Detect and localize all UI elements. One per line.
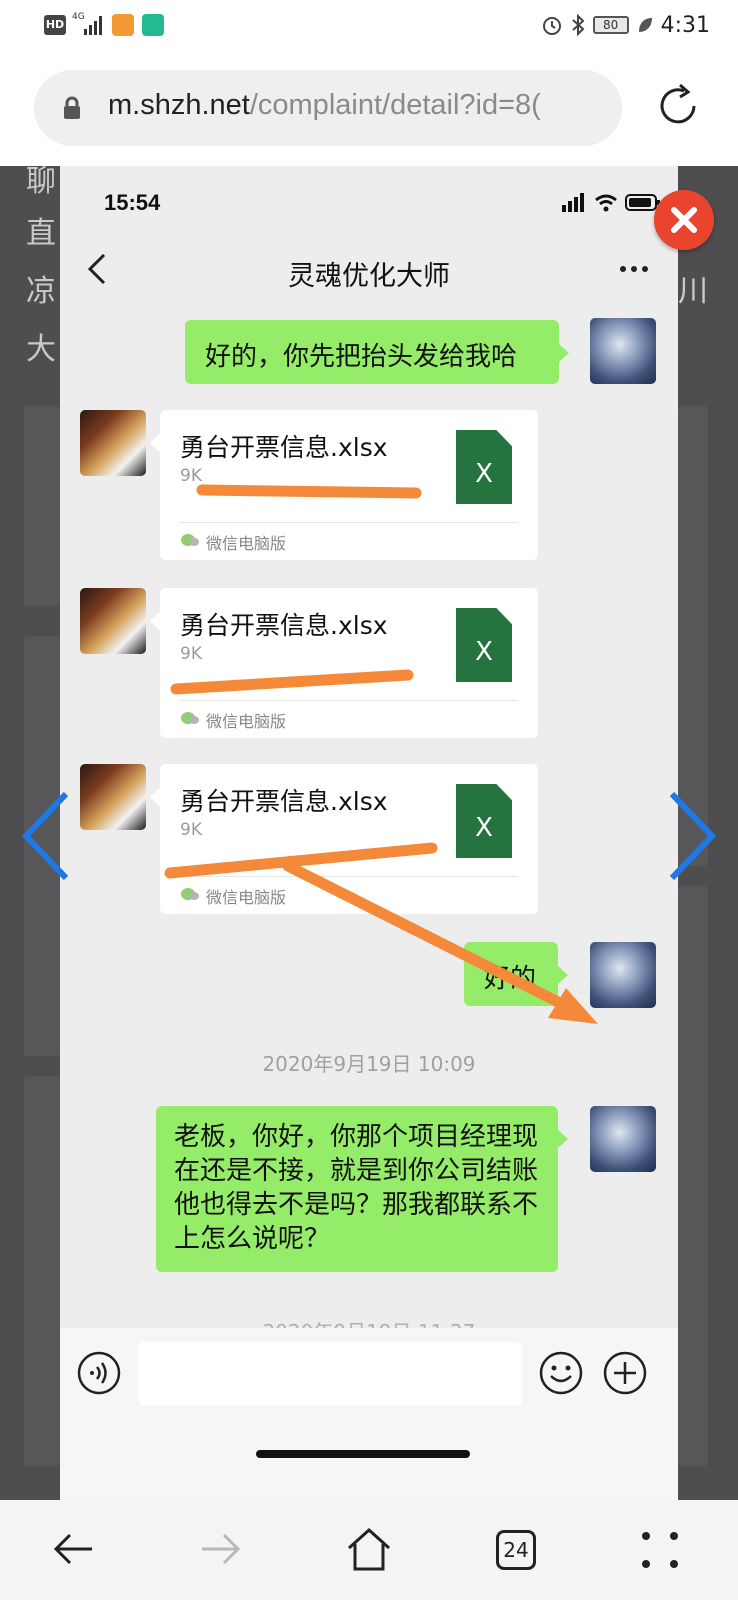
chat-timestamp: 2020年9月19日 10:09 xyxy=(262,1052,476,1076)
background-card xyxy=(24,1076,60,1466)
wechat-icon xyxy=(181,712,199,724)
background-card xyxy=(678,886,708,1466)
my-avatar xyxy=(590,942,656,1008)
close-button[interactable] xyxy=(654,190,714,250)
file-name: 勇台开票信息.xlsx xyxy=(180,433,388,462)
my-avatar xyxy=(590,1106,656,1172)
chat-screenshot: 15:54 灵魂优化大师 好的，你先把抬头发给我哈 勇台开票信息.xlsx 9K… xyxy=(60,166,678,1500)
close-icon xyxy=(671,207,697,233)
file-size: 9K xyxy=(180,644,202,664)
chat-title: 灵魂优化大师 xyxy=(288,261,450,292)
file-message-card: 勇台开票信息.xlsx 9K X 微信电脑版 xyxy=(150,764,538,914)
network-type-label: 4G xyxy=(72,12,85,22)
background-text: 大 xyxy=(26,332,56,367)
hd-badge: HD xyxy=(44,15,66,35)
system-status-bar: HD 4G 80 4:31 xyxy=(0,0,738,52)
url-host: m.shzh.net xyxy=(108,89,250,121)
message-input[interactable] xyxy=(138,1342,522,1406)
file-source: 微信电脑版 xyxy=(206,712,287,731)
excel-file-icon: X xyxy=(456,608,512,682)
phone-time: 15:54 xyxy=(104,190,161,215)
file-size: 9K xyxy=(180,466,202,486)
forward-icon[interactable] xyxy=(198,1526,244,1572)
menu-icon[interactable] xyxy=(640,1530,680,1570)
notification-app-icon xyxy=(112,14,134,36)
back-icon[interactable] xyxy=(50,1526,96,1572)
my-message-bubble: 好的 xyxy=(464,942,568,1006)
home-icon[interactable] xyxy=(346,1526,392,1572)
chat-header: 灵魂优化大师 xyxy=(60,236,678,306)
wechat-icon xyxy=(181,534,199,546)
url-text[interactable]: m.shzh.net/complaint/detail?id=8( xyxy=(108,89,541,122)
leaf-icon xyxy=(638,18,652,32)
excel-file-icon: X xyxy=(456,784,512,858)
contact-avatar xyxy=(80,764,146,830)
contact-avatar xyxy=(80,588,146,654)
wechat-icon xyxy=(181,888,199,900)
battery-indicator: 80 xyxy=(592,16,629,34)
file-name: 勇台开票信息.xlsx xyxy=(180,611,388,640)
file-source: 微信电脑版 xyxy=(206,888,287,907)
more-icon[interactable] xyxy=(620,266,648,272)
reload-icon[interactable] xyxy=(654,82,702,130)
background-text: 川 xyxy=(678,274,708,309)
chat-input-bar xyxy=(60,1328,678,1500)
divider xyxy=(180,522,518,523)
my-avatar xyxy=(590,318,656,384)
excel-file-icon: X xyxy=(456,430,512,504)
address-bar[interactable]: m.shzh.net/complaint/detail?id=8( xyxy=(34,70,622,146)
lock-icon xyxy=(64,96,80,119)
next-image-button[interactable] xyxy=(666,790,720,882)
phone-status-bar: 15:54 xyxy=(60,166,678,236)
voice-icon[interactable] xyxy=(76,1350,122,1396)
my-message-bubble: 老板，你好，你那个项目经理现在还是不接，就是到你公司结账他也得去不是吗？那我都联… xyxy=(156,1106,568,1272)
bluetooth-icon xyxy=(571,14,585,36)
home-indicator xyxy=(256,1450,470,1458)
emoji-icon[interactable] xyxy=(538,1350,584,1396)
background-card xyxy=(24,406,60,606)
background-text: 凉 xyxy=(26,274,56,309)
background-text: 聊 xyxy=(26,166,56,199)
file-message-card: 勇台开票信息.xlsx 9K X 微信电脑版 xyxy=(150,588,538,738)
alarm-icon xyxy=(542,17,561,35)
file-source: 微信电脑版 xyxy=(206,534,287,553)
signal-icon xyxy=(84,16,102,35)
background-text: 直 xyxy=(26,216,56,251)
previous-image-button[interactable] xyxy=(18,790,72,882)
divider xyxy=(180,876,518,877)
notification-app-icon-2 xyxy=(142,14,164,36)
browser-toolbar: 24 xyxy=(0,1500,738,1600)
phone-status-icons xyxy=(562,193,660,212)
my-message-bubble: 好的，你先把抬头发给我哈 xyxy=(185,320,569,384)
divider xyxy=(180,700,518,701)
file-name: 勇台开票信息.xlsx xyxy=(180,787,388,816)
contact-avatar xyxy=(80,410,146,476)
url-path: /complaint/detail?id=8( xyxy=(249,89,541,121)
file-message-card: 勇台开票信息.xlsx 9K X 微信电脑版 xyxy=(150,410,538,560)
file-size: 9K xyxy=(180,820,202,840)
system-clock: 4:31 xyxy=(660,12,710,38)
plus-icon[interactable] xyxy=(602,1350,648,1396)
tab-count-button[interactable]: 24 xyxy=(496,1530,536,1570)
